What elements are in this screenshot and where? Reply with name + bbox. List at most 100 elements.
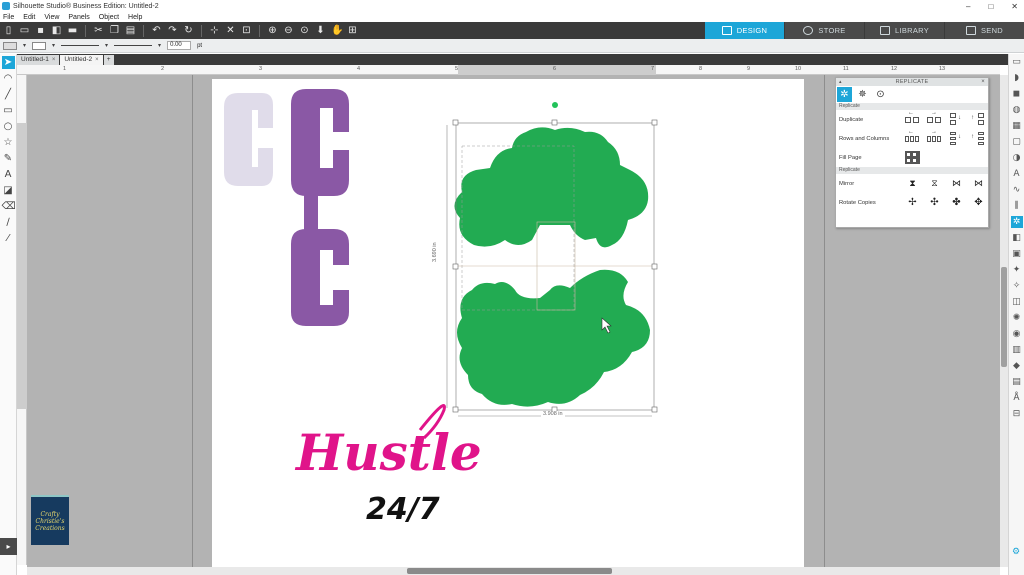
close-icon[interactable]: × [95,55,99,65]
select-all-icon[interactable]: ⊹ [209,25,220,36]
line-width-slider[interactable] [114,45,153,46]
shape-icon[interactable]: ◗ [1011,72,1023,84]
advanced-replicate-icon[interactable]: ✵ [855,87,870,102]
pencil-tool-icon[interactable]: ✎ [2,152,15,165]
mirror-right-icon[interactable]: ⋈ [971,177,986,190]
new-document-icon[interactable]: ▯ [3,25,14,36]
trace-icon[interactable]: ✦ [1011,264,1023,276]
nesting-icon[interactable]: ◉ [1011,328,1023,340]
vertical-scrollbar[interactable] [1000,75,1008,567]
menu-panels[interactable]: Panels [68,14,89,21]
polygon-tool-icon[interactable]: ☆ [2,136,15,149]
add-tab-button[interactable]: + [103,55,114,65]
zoom-out-icon[interactable]: ⊖ [283,25,294,36]
cut-settings-icon[interactable]: ◧ [51,25,62,36]
align-icon[interactable]: ⫼ [1011,200,1023,212]
scissors-icon[interactable]: ✂ [93,25,104,36]
line-color-icon[interactable]: ▢ [1011,136,1023,148]
fill-swatch[interactable] [3,41,17,50]
fit-page-icon[interactable]: ⬇ [315,25,326,36]
tab-send[interactable]: SEND [944,22,1024,39]
fill-tool-icon[interactable]: ◪ [2,184,15,197]
close-icon[interactable]: × [52,55,56,65]
scroll-thumb[interactable] [1001,267,1007,367]
library-toggle-button[interactable]: ▸ [0,538,17,555]
fill-color-icon[interactable]: ◼ [1011,88,1023,100]
scroll-thumb[interactable] [407,568,612,574]
chevron-down-icon[interactable]: ▾ [105,42,108,49]
duplicate-left-button[interactable]: ← [905,110,920,126]
replicate-panel-icon[interactable]: ✲ [1010,216,1023,228]
point-edit-tool-icon[interactable]: ◠ [2,72,15,85]
minimize-button[interactable]: – [966,2,970,11]
rotate-2-copies-icon[interactable]: ✢ [905,196,920,209]
copy-icon[interactable]: ❐ [109,25,120,36]
rows-columns-up-button[interactable]: ↑ [971,132,986,145]
close-window-button[interactable]: ✕ [1011,2,1018,11]
rows-columns-right-button[interactable]: → [927,129,942,145]
doc-tab-untitled-1[interactable]: Untitled-1 × [17,55,60,65]
3d-icon[interactable]: ◆ [1011,360,1023,372]
open-folder-icon[interactable]: ▭ [19,25,30,36]
gradient-icon[interactable]: ◍ [1011,104,1023,116]
line-width-input[interactable]: 0.00 [167,41,192,50]
select-tool-icon[interactable]: ➤ [1,56,15,69]
font-icon[interactable]: Å [1011,392,1023,404]
refresh-icon[interactable]: ↻ [183,25,194,36]
text-tool-icon[interactable]: A [2,168,15,181]
pan-hand-icon[interactable]: ✋ [331,25,343,36]
fill-page-button[interactable] [905,151,920,164]
eyedropper-tool-icon[interactable]: ⁄ [2,232,15,245]
paste-icon[interactable]: ▤ [125,25,136,36]
offset-icon[interactable]: ▣ [1011,248,1023,260]
undo-icon[interactable]: ↶ [151,25,162,36]
rows-columns-left-button[interactable]: ← [905,129,920,145]
chevron-down-icon[interactable]: ▾ [23,42,26,49]
pattern-icon[interactable]: ▦ [1011,120,1023,132]
layers-icon[interactable]: ◫ [1011,296,1023,308]
mirror-left-icon[interactable]: ⋈ [949,177,964,190]
chevron-down-icon[interactable]: ▾ [158,42,161,49]
replicate-icon[interactable]: ✲ [837,87,852,102]
fit-window-icon[interactable]: ⊞ [347,25,358,36]
settings-gear-icon[interactable]: ⚙ [1010,546,1022,568]
line-tool-icon[interactable]: ╱ [2,88,15,101]
menu-edit[interactable]: Edit [23,14,35,21]
tab-store[interactable]: STORE [784,22,864,39]
zoom-select-icon[interactable]: ⊙ [299,25,310,36]
eraser-tool-icon[interactable]: ⌫ [2,200,16,213]
line-style-icon[interactable]: ◑ [1011,152,1023,164]
duplicate-below-button[interactable]: ↓ [949,113,964,126]
sketch-icon[interactable]: ∿ [1011,184,1023,196]
rotate-8-copies-icon[interactable]: ✥ [971,196,986,209]
modify-icon[interactable]: ◧ [1011,232,1023,244]
mirror-below-icon[interactable]: ⧗ [905,177,920,190]
print-icon[interactable]: ▬ [67,25,78,36]
rows-columns-down-button[interactable]: ↓ [949,132,964,145]
mirror-above-icon[interactable]: ⧖ [927,177,942,190]
menu-help[interactable]: Help [128,14,142,21]
tab-library[interactable]: LIBRARY [864,22,944,39]
duplicate-right-button[interactable]: → [927,110,942,126]
print-cut-icon[interactable]: ⊟ [1011,408,1023,420]
rectangle-tool-icon[interactable]: ▭ [2,104,15,117]
duplicate-above-button[interactable]: ↑ [971,113,986,126]
menu-view[interactable]: View [44,14,59,21]
rotate-replicate-icon[interactable]: ⊙ [873,87,888,102]
text-style-icon[interactable]: A [1011,168,1023,180]
library-panel-icon[interactable]: ▥ [1011,344,1023,356]
save-icon[interactable]: ▪ [35,25,46,36]
close-icon[interactable]: × [981,78,985,86]
line-color-swatch[interactable] [32,41,47,50]
pixscan-icon[interactable]: ▤ [1011,376,1023,388]
page-setup-icon[interactable]: ▭ [1011,56,1023,68]
maximize-button[interactable]: □ [988,2,993,11]
zoom-in-icon[interactable]: ⊕ [267,25,278,36]
redo-icon[interactable]: ↷ [167,25,178,36]
rotate-4-copies-icon[interactable]: ✣ [927,196,942,209]
rotate-6-copies-icon[interactable]: ✤ [949,196,964,209]
pin-icon[interactable]: ▴ [839,78,842,86]
warp-icon[interactable]: ✺ [1011,312,1023,324]
edit-points-icon[interactable]: ⊡ [241,25,252,36]
horizontal-scrollbar[interactable] [27,567,1000,575]
